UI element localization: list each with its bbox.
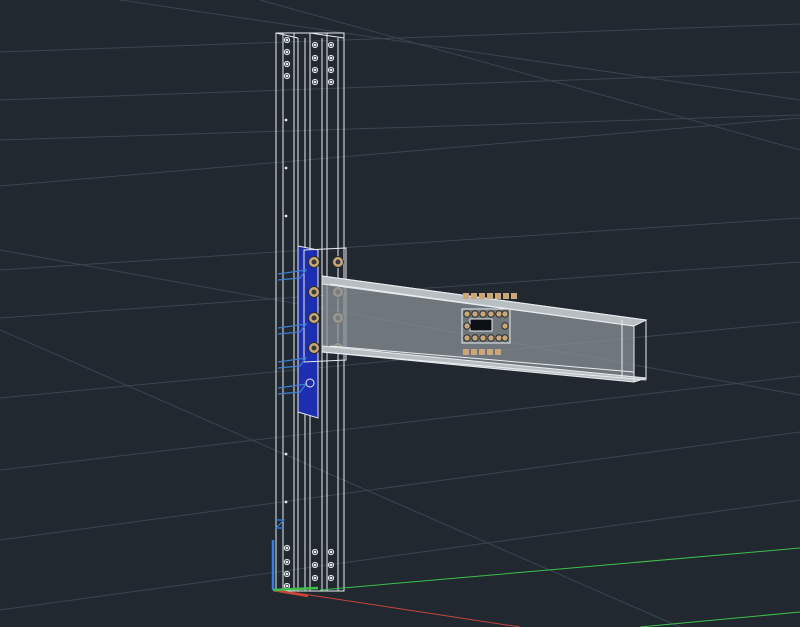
column-bolt-center xyxy=(285,572,289,576)
flange-bolt xyxy=(463,349,469,355)
column-bolt-center xyxy=(313,550,317,554)
grid-line xyxy=(0,23,800,53)
splice-bolt-head xyxy=(495,334,503,342)
grid-line xyxy=(0,499,800,611)
ucs-axes-icon xyxy=(271,519,319,598)
flange-bolt xyxy=(511,293,517,299)
column-bolt-center xyxy=(329,550,333,554)
splice-bolt-head xyxy=(471,310,479,318)
connection-bolt-center xyxy=(311,315,317,321)
column-bolt-center xyxy=(313,68,317,72)
connection-bolt-center xyxy=(311,289,317,295)
column-marker-dot xyxy=(284,166,288,170)
splice-bolt-head xyxy=(501,322,509,330)
splice-bolt-head xyxy=(479,310,487,318)
column-bolt-center xyxy=(313,563,317,567)
column-bolt-center xyxy=(313,56,317,60)
flange-bolt xyxy=(479,349,485,355)
splice-bolt-head xyxy=(487,334,495,342)
flange-bolt xyxy=(495,293,501,299)
splice-bolt-head xyxy=(501,310,509,318)
flange-bolt xyxy=(503,293,509,299)
column-bolt-center xyxy=(285,546,289,550)
column-marker-dot xyxy=(284,452,288,456)
ucs-y-axis xyxy=(272,586,319,592)
flange-bolt xyxy=(487,293,493,299)
column-marker-dots xyxy=(284,118,288,504)
model-viewport[interactable] xyxy=(0,0,800,627)
column-bolt-center xyxy=(313,576,317,580)
grid-line xyxy=(0,114,800,141)
flange-bolt xyxy=(479,293,485,299)
flange-bolt xyxy=(463,293,469,299)
column-bolt-center xyxy=(313,43,317,47)
connection-bolt-center xyxy=(311,259,317,265)
splice-bolt-head xyxy=(479,334,487,342)
grid-line xyxy=(119,0,800,101)
column-bolt-center xyxy=(285,584,289,588)
splice-bolt-head xyxy=(463,322,471,330)
3d-scene[interactable] xyxy=(0,0,800,627)
flange-bolt xyxy=(471,293,477,299)
column-bolt-center xyxy=(329,576,333,580)
flange-bolt xyxy=(487,349,493,355)
grid-line xyxy=(0,71,800,101)
world-y-axis xyxy=(319,547,800,591)
connection-bolt-center xyxy=(335,259,341,265)
column-bolt-center xyxy=(285,560,289,564)
column-bolt-center xyxy=(285,38,289,42)
column-bolt-center xyxy=(285,74,289,78)
column-bolt-center xyxy=(285,50,289,54)
connection-bolt-center xyxy=(311,345,317,351)
column-bolt-center xyxy=(313,80,317,84)
flange-bolt xyxy=(495,349,501,355)
grid-line xyxy=(0,117,800,187)
column-bolt-center xyxy=(329,68,333,72)
column-marker-dot xyxy=(284,118,288,122)
splice-gap xyxy=(469,318,493,332)
world-x-axis xyxy=(289,591,521,627)
flange-bolt xyxy=(471,349,477,355)
column-bolt-center xyxy=(329,80,333,84)
grid-line xyxy=(0,217,800,271)
end-plate xyxy=(297,245,319,419)
column-marker-dot xyxy=(284,500,288,504)
column-bolt-center xyxy=(329,56,333,60)
splice-bolt-head xyxy=(463,310,471,318)
splice-bolt-head xyxy=(501,334,509,342)
splice-bolt-head xyxy=(487,310,495,318)
splice-bolt-head xyxy=(471,334,479,342)
column-bolt-center xyxy=(329,563,333,567)
grid-line xyxy=(0,431,800,541)
column-marker-dot xyxy=(284,214,288,218)
column-bolt-center xyxy=(285,62,289,66)
splice-bolt-head xyxy=(495,310,503,318)
grid-line xyxy=(0,375,800,471)
column-bolt-center xyxy=(329,43,333,47)
splice-bolt-head xyxy=(463,334,471,342)
